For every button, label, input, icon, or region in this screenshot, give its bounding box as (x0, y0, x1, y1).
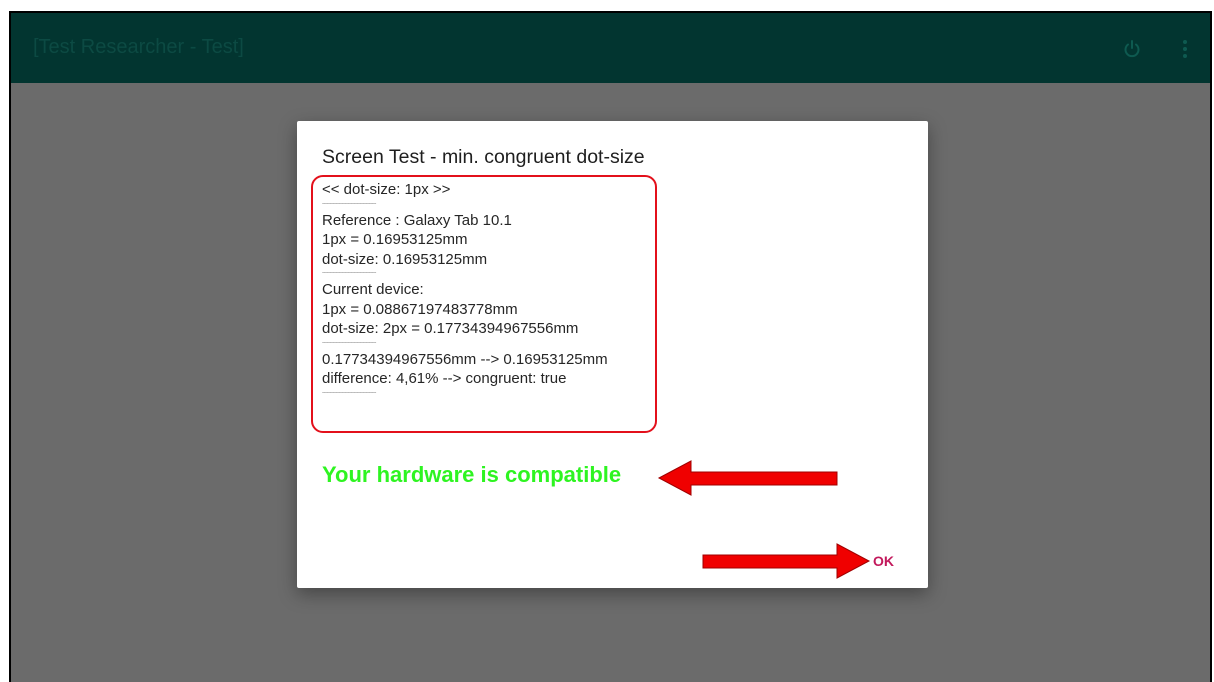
app-bar: [Test Researcher - Test] (11, 13, 1210, 83)
separator-line: ------------------------------------ (322, 389, 376, 396)
app-title: [Test Researcher - Test] (33, 36, 244, 58)
separator-line: ------------------------------------ (322, 200, 376, 207)
screen-test-dialog: Screen Test - min. congruent dot-size <<… (297, 121, 928, 588)
info-line: Reference : Galaxy Tab 10.1 (322, 211, 512, 229)
dialog-title: Screen Test - min. congruent dot-size (322, 146, 645, 168)
ok-button[interactable]: OK (867, 549, 900, 573)
info-line: 0.17734394967556mm --> 0.16953125mm (322, 350, 608, 368)
app-window: [Test Researcher - Test] Screen Test - m… (9, 11, 1212, 682)
separator-line: ------------------------------------ (322, 339, 376, 346)
info-line: 1px = 0.08867197483778mm (322, 300, 518, 318)
info-line: << dot-size: 1px >> (322, 181, 451, 198)
separator-line: ------------------------------------ (322, 270, 376, 276)
arrow-left-icon (657, 460, 838, 496)
info-text: << dot-size: 1px >> ---------------------… (322, 180, 608, 400)
info-line: difference: 4,61% --> congruent: true (322, 370, 567, 387)
info-line: dot-size: 2px = 0.17734394967556mm (322, 320, 579, 337)
power-icon[interactable] (1122, 39, 1142, 59)
info-line: 1px = 0.16953125mm (322, 231, 468, 248)
arrow-right-icon (702, 543, 871, 579)
more-vert-icon[interactable] (1182, 39, 1188, 59)
info-line: Current device: (322, 281, 424, 298)
compatibility-message: Your hardware is compatible (322, 462, 622, 487)
info-line: dot-size: 0.16953125mm (322, 250, 488, 268)
